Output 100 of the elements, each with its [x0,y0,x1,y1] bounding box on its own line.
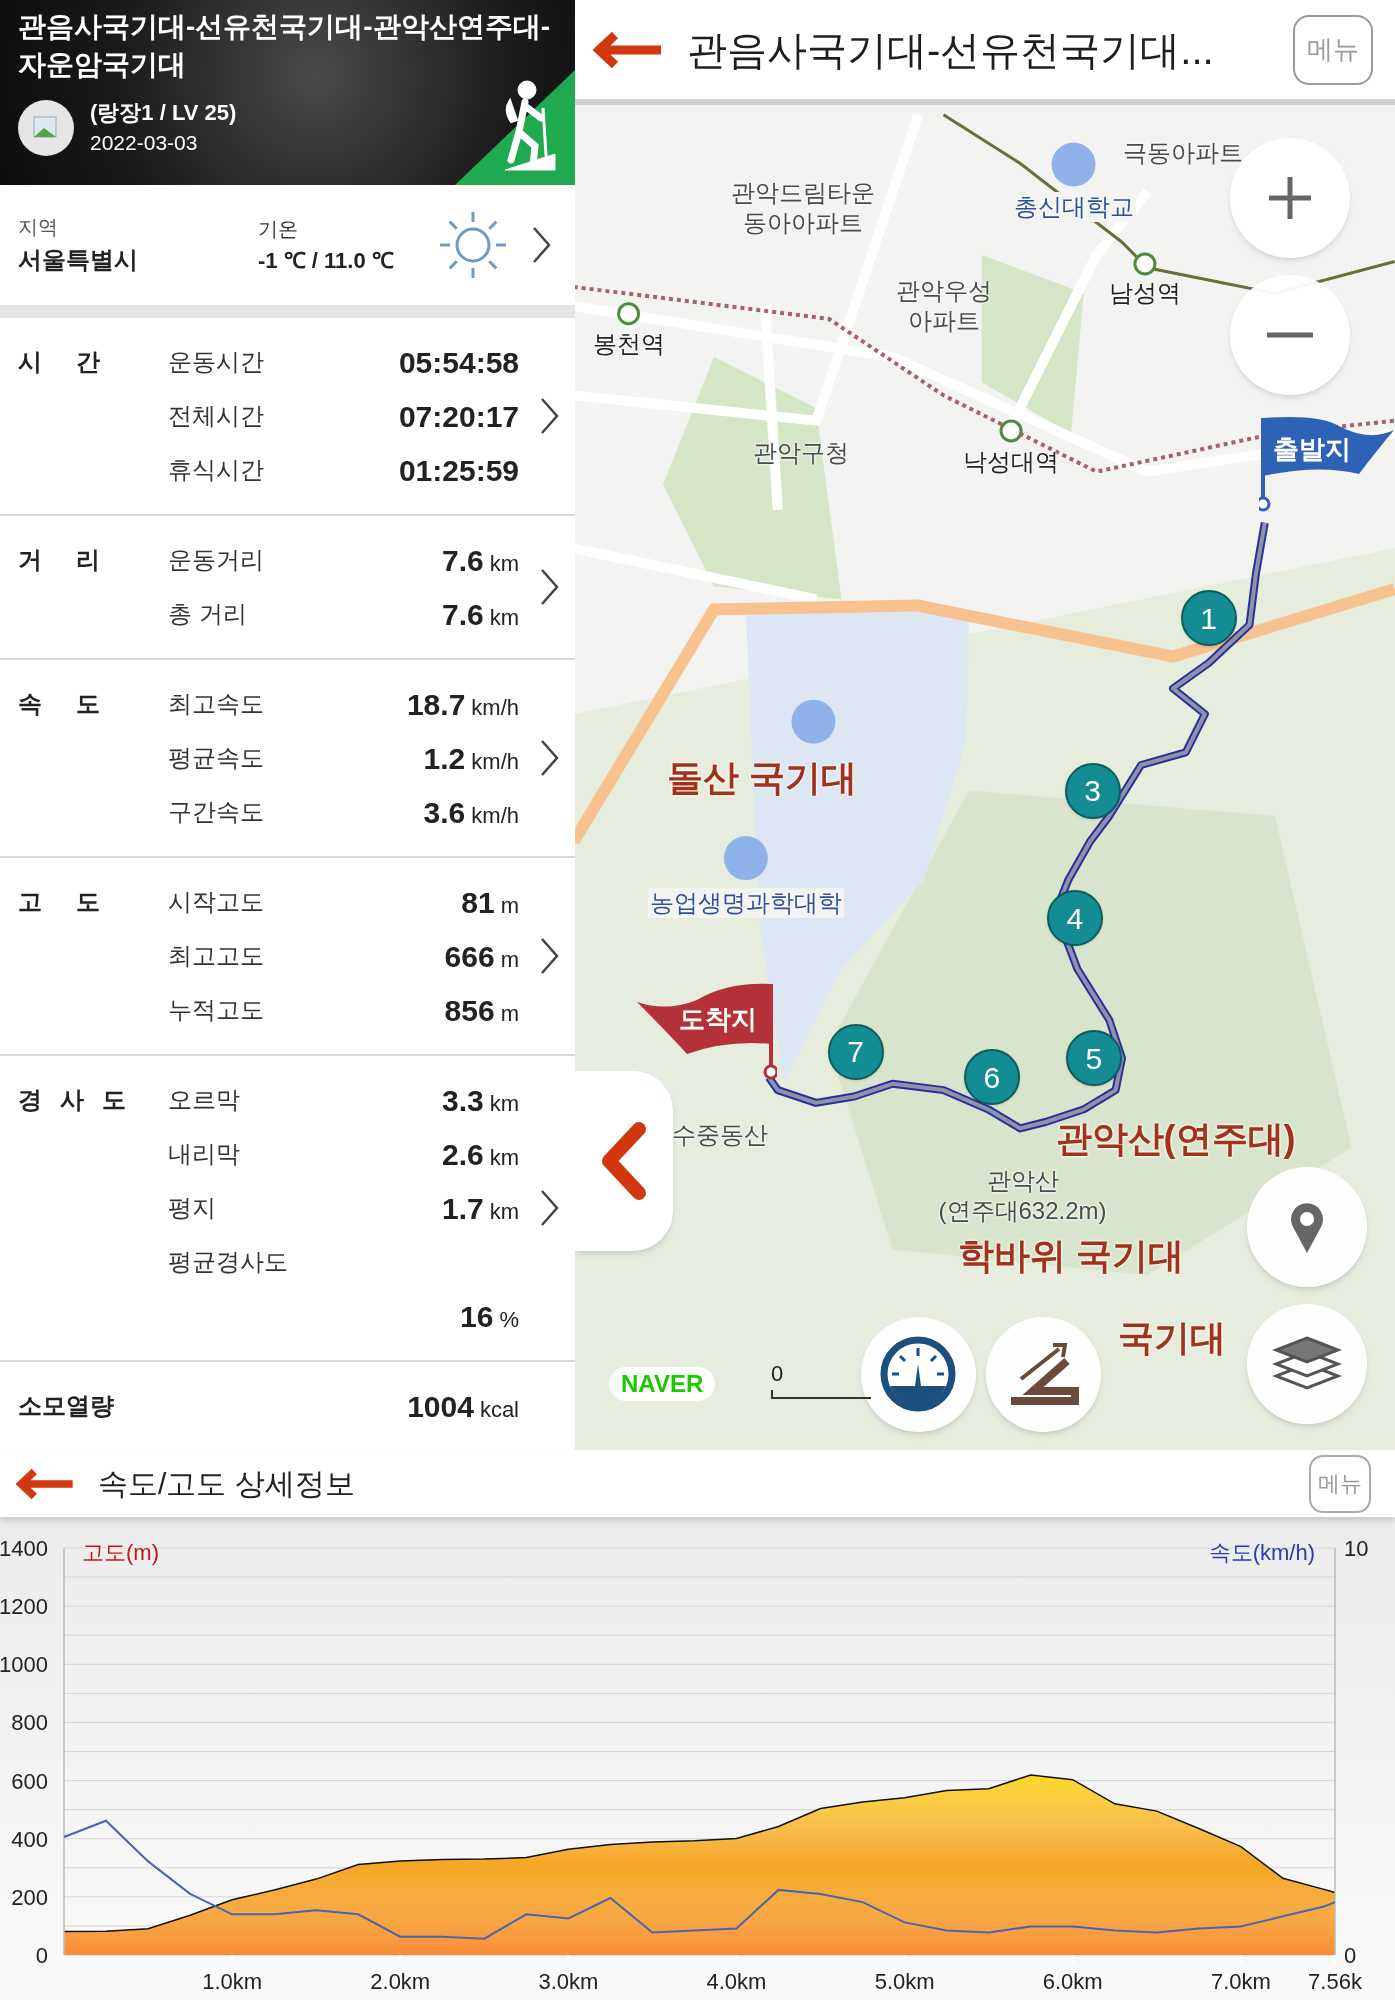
stat-value: 666 m [444,938,519,975]
axis-tick-label: 200 [11,1884,48,1910]
axis-tick-label: 3.0km [538,1969,599,1994]
calories-label: 소모열량 [18,1391,114,1421]
map-place-label: 낙성대역 [963,446,1060,477]
back-arrow-icon[interactable] [16,1466,76,1501]
station-marker [999,419,1023,443]
stat-value: 07:20:17 [398,398,519,435]
scale-label: 0 [771,1360,784,1388]
axis-tick-label: 0 [1344,1943,1357,1968]
school-marker [1051,142,1096,187]
naver-logo: NAVER [609,1367,716,1401]
temperature-value: -1 ℃ / 11.0 ℃ [258,246,395,275]
stat-value: 856 m [444,992,519,1029]
user-level: (랑장1 / LV 25) [90,99,237,127]
school-marker [723,836,768,881]
map-place-label: 농업생명과학대학 [647,887,844,918]
station-marker [617,302,641,326]
stat-label: 휴식시간 [168,455,264,485]
axis-tick-label: 2.0km [370,1969,431,1994]
chevron-right-icon[interactable] [539,567,561,607]
axis-tick-label: 400 [11,1826,48,1852]
map-place-label: 남성역 [1108,278,1181,309]
stat-label: 평지 [168,1193,216,1223]
region-value: 서울특별시 [18,245,139,275]
map-place-label: 관악드림타운 동아아파트 [731,177,876,238]
map-place-label: 관악구청 [752,437,849,468]
map-place-label: 관악산 (연주대632.2m) [938,1165,1107,1226]
chevron-left-icon [601,1121,647,1201]
axis-tick-label: 600 [11,1768,48,1794]
route-title: 관음사국기대-선유천국기대-관악산연주대-자운암국기대 [18,10,551,82]
chevron-right-icon[interactable] [539,1188,561,1228]
stat-value: 01:25:59 [398,452,519,489]
section-title: 경 사 도 [18,1085,126,1115]
sun-icon [437,209,509,281]
legend-label: 속도(km/h) [1208,1540,1315,1565]
map-place-label: 봉천역 [592,329,665,360]
temperature-label: 기온 [258,216,299,242]
axis-tick-label: 1000 [0,1652,48,1678]
stat-value: 16 % [460,1298,519,1335]
axis-tick-label: 0 [35,1943,48,1968]
menu-button[interactable]: 메뉴 [1309,1454,1371,1513]
axis-tick-label: 1.0km [202,1969,263,1994]
stat-label: 총 거리 [168,599,247,629]
stat-label: 운동거리 [168,545,264,575]
chevron-right-icon[interactable] [539,936,561,976]
axis-tick-label: 10 [1344,1536,1369,1561]
minus-icon [1265,330,1315,340]
stat-value: 81 m [461,884,519,921]
stat-value: 1.2 km/h [423,740,519,777]
section-title: 속 도 [18,689,100,719]
axis-tick-label: 5.0km [874,1969,935,1994]
collapse-panel-button[interactable] [575,1071,673,1251]
stat-value: 1.7 km [441,1190,519,1227]
map-place-label: 관악우성 아파트 [895,276,992,336]
school-marker [791,699,836,744]
chevron-right-icon[interactable] [539,396,561,436]
stat-label: 최고고도 [168,941,264,971]
chevron-right-icon[interactable] [531,225,553,265]
menu-button[interactable]: 메뉴 [1293,14,1373,85]
speedometer-icon [878,1334,958,1414]
section-title: 고 도 [18,887,100,917]
legend-label: 고도(m) [82,1540,159,1565]
stat-label: 오르막 [168,1085,240,1115]
stat-value: 2.6 km [441,1136,519,1173]
detail-title: 속도/고도 상세정보 [98,1466,355,1502]
stat-label: 시작고도 [168,887,264,917]
activity-date: 2022-03-03 [90,130,199,156]
axis-tick-label: 6.0km [1042,1969,1103,1994]
stat-label: 평균속도 [168,743,264,773]
section-title: 거 리 [18,545,100,575]
flag-point-label: 돌산 국기대 [667,755,858,800]
chevron-right-icon[interactable] [539,738,561,778]
layers-icon [1272,1336,1342,1392]
map-title: 관음사국기대-선유천국기대... [687,26,1214,74]
stat-value: 7.6 km [441,596,519,633]
stat-label: 구간속도 [168,797,264,827]
stat-value: 3.6 km/h [423,794,519,831]
flag-point-label: 관악산(연주대) [1055,1116,1296,1161]
stat-value: 18.7 km/h [406,686,519,723]
axis-tick-label: 4.0km [706,1969,767,1994]
stat-label: 최고속도 [168,689,264,719]
stat-label: 누적고도 [168,995,264,1025]
station-marker [1133,252,1157,276]
stat-value: 3.3 km [441,1082,519,1119]
section-title: 시 간 [18,347,100,377]
axis-tick-label: 7.0km [1210,1969,1271,1994]
map-place-label: 극동아파트 [1123,138,1244,168]
axis-tick-label: 1400 [0,1536,48,1561]
flag-point-label: 학바위 국기대 [958,1233,1184,1278]
map-place-label: 수중동산 [672,1119,769,1150]
axis-tick-label: 7.56k [1308,1969,1362,1994]
stat-label: 내리막 [168,1139,240,1169]
stat-value: 05:54:58 [398,344,519,381]
calories-value: 1004 kcal [407,1388,519,1425]
region-label: 지역 [18,215,59,240]
stat-label: 평균경사도 [168,1247,288,1277]
stat-label: 운동시간 [168,347,264,377]
axis-tick-label: 800 [11,1710,48,1736]
stat-value: 7.6 km [441,542,519,579]
